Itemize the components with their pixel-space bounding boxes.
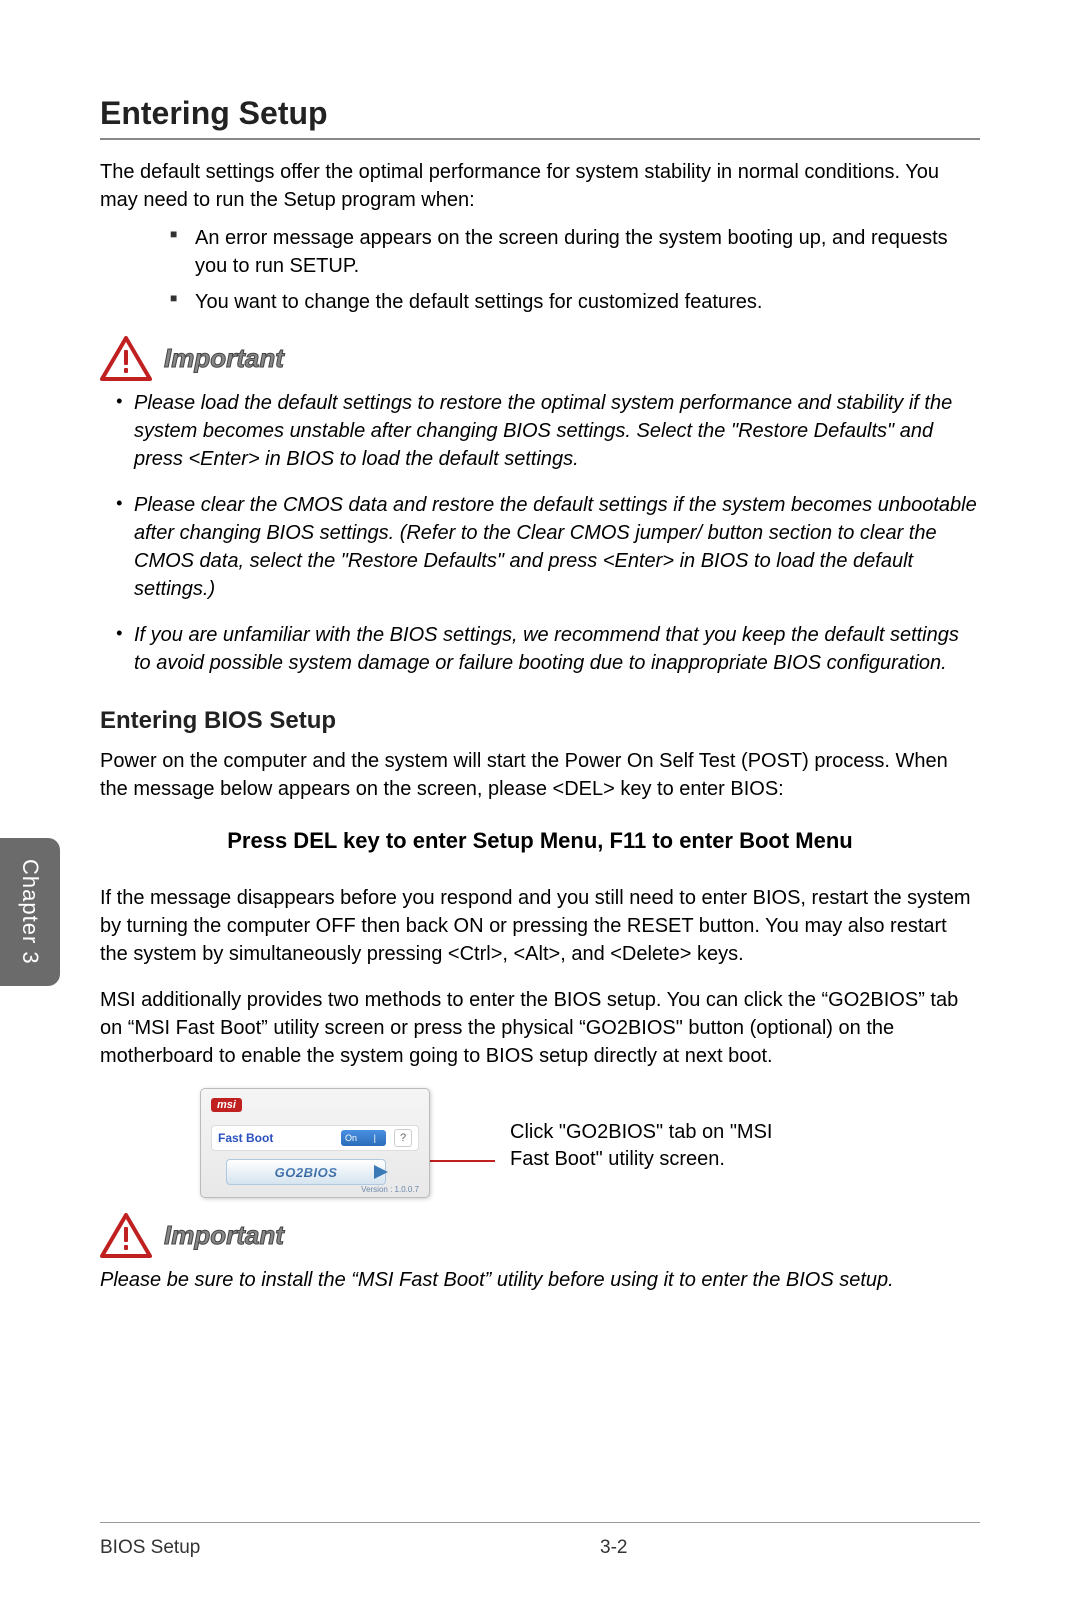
intro-paragraph: The default settings offer the optimal p… — [100, 158, 980, 214]
intro-bullet-list: An error message appears on the screen d… — [100, 224, 980, 316]
warning-icon — [100, 1213, 152, 1258]
important-header: Important — [100, 1213, 980, 1258]
list-item: Please clear the CMOS data and restore t… — [116, 491, 980, 603]
important-text: Please be sure to install the “MSI Fast … — [100, 1266, 980, 1294]
list-item: An error message appears on the screen d… — [170, 224, 980, 280]
warning-icon — [100, 336, 152, 381]
important-list: Please load the default settings to rest… — [100, 389, 980, 677]
fast-boot-toggle[interactable]: On — [341, 1130, 386, 1146]
sub-heading: Entering BIOS Setup — [100, 707, 980, 735]
page-title: Entering Setup — [100, 95, 980, 140]
go2bios-button[interactable]: GO2BIOS — [226, 1159, 386, 1185]
list-item: Please load the default settings to rest… — [116, 389, 980, 473]
page-footer: BIOS Setup 3-2 — [100, 1522, 980, 1559]
version-label: Version : 1.0.0.7 — [361, 1185, 419, 1194]
important-header: Important — [100, 336, 980, 381]
utility-figure: msi Fast Boot On ? GO2BIOS Version : 1.0… — [200, 1088, 980, 1198]
fast-boot-row: Fast Boot On ? — [211, 1125, 419, 1151]
boot-message: Press DEL key to enter Setup Menu, F11 t… — [160, 828, 920, 854]
important-block-1: Important Please load the default settin… — [100, 336, 980, 677]
callout-text: Click "GO2BIOS" tab on "MSI Fast Boot" u… — [510, 1119, 790, 1173]
page-content: Entering Setup The default settings offe… — [0, 0, 1080, 1369]
list-item: If you are unfamiliar with the BIOS sett… — [116, 621, 980, 677]
important-label: Important — [164, 1220, 284, 1251]
msi-logo: msi — [211, 1098, 242, 1112]
list-item: You want to change the default settings … — [170, 288, 980, 316]
footer-page-number: 3-2 — [480, 1537, 980, 1559]
body-paragraph: If the message disappears before you res… — [100, 884, 980, 968]
important-label: Important — [164, 343, 284, 374]
fast-boot-label: Fast Boot — [218, 1131, 333, 1145]
go2bios-label: GO2BIOS — [275, 1165, 338, 1180]
body-paragraph: MSI additionally provides two methods to… — [100, 986, 980, 1070]
important-block-2: Important Please be sure to install the … — [100, 1213, 980, 1294]
chapter-tab: Chapter 3 — [0, 838, 60, 986]
help-icon[interactable]: ? — [394, 1129, 412, 1147]
body-paragraph: Power on the computer and the system wil… — [100, 747, 980, 803]
chapter-tab-label: Chapter 3 — [17, 859, 43, 965]
arrow-right-icon — [374, 1165, 388, 1179]
footer-section: BIOS Setup — [100, 1537, 480, 1559]
msi-fast-boot-window: msi Fast Boot On ? GO2BIOS Version : 1.0… — [200, 1088, 430, 1198]
